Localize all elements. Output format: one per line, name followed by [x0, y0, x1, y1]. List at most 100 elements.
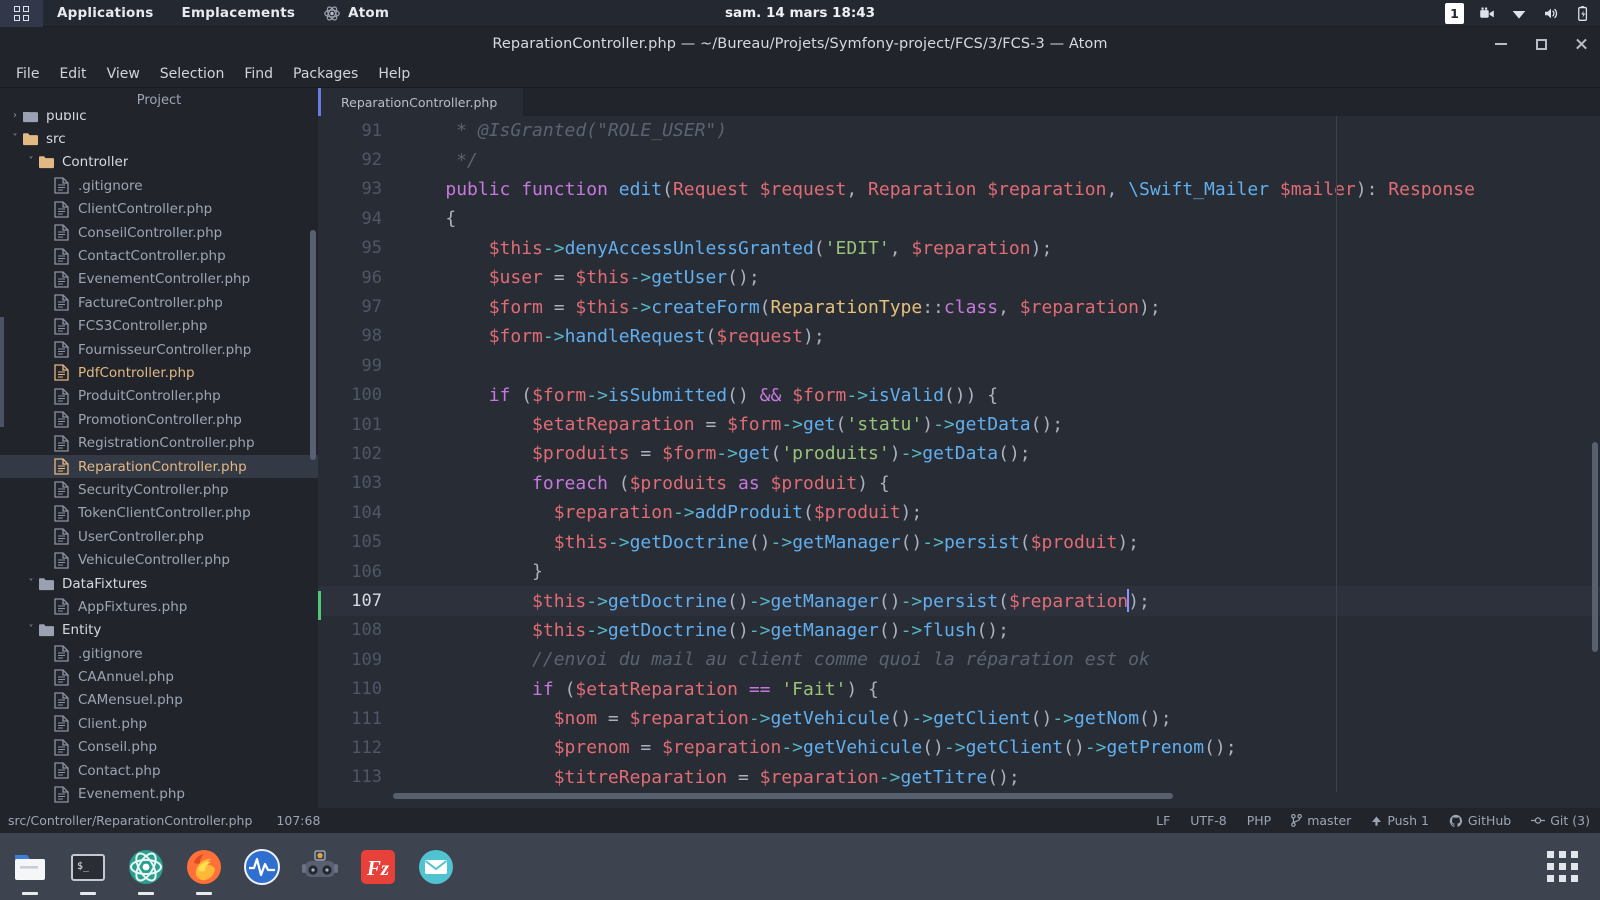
minimize-button[interactable] [1492, 35, 1510, 53]
panel-menu-applications[interactable]: Applications [43, 0, 168, 27]
menu-file[interactable]: File [6, 63, 49, 85]
dock-app-robot[interactable] [298, 845, 342, 889]
tree-file-row[interactable]: Conseil.php [0, 736, 318, 759]
code-line[interactable]: 91 * @IsGranted("ROLE_USER") [318, 116, 1600, 145]
tree-file-row[interactable]: Client.php [0, 712, 318, 735]
tree-twisty[interactable]: ˅ [24, 625, 38, 635]
battery-charging-icon[interactable] [1574, 5, 1592, 22]
code-line[interactable]: 95 $this->denyAccessUnlessGranted('EDIT'… [318, 234, 1600, 263]
close-button[interactable] [1572, 35, 1590, 53]
panel-app-indicator-atom[interactable]: Atom [309, 0, 403, 27]
treeview-vertical-scrollbar[interactable] [310, 230, 316, 460]
tree-folder-row[interactable]: ˅ DataFixtures [0, 572, 318, 595]
code-line[interactable]: 113 $titreReparation = $reparation->getT… [318, 763, 1600, 792]
code-line[interactable]: 111 $nom = $reparation->getVehicule()->g… [318, 704, 1600, 733]
code-line[interactable]: 101 $etatReparation = $form->get('statu'… [318, 410, 1600, 439]
tree-file-row[interactable]: PdfController.php [0, 361, 318, 384]
status-github[interactable]: GitHub [1449, 813, 1511, 828]
status-encoding[interactable]: UTF-8 [1190, 813, 1226, 828]
tree-file-row[interactable]: .gitignore [0, 642, 318, 665]
code-line[interactable]: 107 $this->getDoctrine()->getManager()->… [318, 586, 1600, 621]
editor-horizontal-scrollbar-thumb[interactable] [393, 793, 1173, 799]
code-line[interactable]: 92 */ [318, 145, 1600, 174]
tree-file-row[interactable]: ReparationController.php [0, 454, 318, 479]
tree-folder-row[interactable]: ˅ Entity [0, 619, 318, 642]
tree-twisty[interactable]: ˅ [24, 578, 38, 589]
tree-folder-row[interactable]: › public [0, 112, 318, 127]
tree-file-row[interactable]: RegistrationController.php [0, 431, 318, 454]
menu-help[interactable]: Help [368, 63, 420, 85]
code-line[interactable]: 98 $form->handleRequest($request); [318, 322, 1600, 351]
tree-file-row[interactable]: ConseilController.php [0, 221, 318, 244]
tree-file-row[interactable]: VehiculeController.php [0, 548, 318, 571]
tree-file-row[interactable]: TokenClientController.php [0, 502, 318, 525]
code-line[interactable]: 106 } [318, 557, 1600, 586]
screencast-icon[interactable] [1478, 5, 1496, 22]
editor-horizontal-scrollbar-track[interactable] [318, 792, 1600, 800]
code-line[interactable]: 108 $this->getDoctrine()->getManager()->… [318, 616, 1600, 645]
panel-menu-emplacements[interactable]: Emplacements [168, 0, 310, 27]
code-line[interactable]: 104 $reparation->addProduit($produit); [318, 498, 1600, 527]
tree-file-row[interactable]: .gitignore [0, 174, 318, 197]
code-line[interactable]: 109 //envoi du mail au client comme quoi… [318, 645, 1600, 674]
workspace-indicator[interactable]: 1 [1445, 2, 1464, 24]
tree-twisty[interactable]: ˅ [8, 134, 22, 144]
tree-file-row[interactable]: FCS3Controller.php [0, 315, 318, 338]
dock-app-terminal[interactable]: $_ [66, 845, 110, 895]
tree-file-row[interactable]: EvenementController.php [0, 268, 318, 291]
code-line[interactable]: 103 foreach ($produits as $produit) { [318, 469, 1600, 498]
treeview-scroll-region[interactable]: › public ˅ src ˅ Controller .gitignore Cli… [0, 112, 318, 808]
status-line-ending[interactable]: LF [1156, 813, 1170, 828]
code-editor[interactable]: 91 * @IsGranted("ROLE_USER") 92 */93 publ… [318, 116, 1600, 800]
window-titlebar[interactable]: ReparationController.php — ~/Bureau/Proj… [0, 27, 1600, 61]
code-line[interactable]: 99 [318, 351, 1600, 380]
dock-app-firefox[interactable] [182, 845, 226, 895]
tree-file-row[interactable]: UserController.php [0, 525, 318, 548]
show-applications-button[interactable] [1547, 851, 1578, 882]
tree-folder-row[interactable]: ˅ Controller [0, 151, 318, 174]
code-line[interactable]: 105 $this->getDoctrine()->getManager()->… [318, 527, 1600, 556]
editor-vertical-scrollbar[interactable] [1592, 442, 1598, 652]
status-git-branch[interactable]: master [1291, 813, 1351, 828]
status-cursor-position[interactable]: 107:68 [276, 813, 320, 828]
tree-file-row[interactable]: ClientController.php [0, 198, 318, 221]
tab-reparationcontroller[interactable]: ReparationController.php [321, 88, 525, 116]
tree-file-row[interactable]: ContactController.php [0, 244, 318, 267]
code-line[interactable]: 94 { [318, 204, 1600, 233]
dock-app-mail[interactable] [414, 845, 458, 889]
menu-packages[interactable]: Packages [283, 63, 368, 85]
tree-file-row[interactable]: SecurityController.php [0, 478, 318, 501]
tree-file-row[interactable]: Evenement.php [0, 782, 318, 805]
tree-file-row[interactable]: CAMensuel.php [0, 689, 318, 712]
tree-twisty[interactable]: › [8, 112, 22, 121]
maximize-button[interactable] [1532, 35, 1550, 53]
tree-file-row[interactable]: FactureController.php [0, 291, 318, 314]
treeview-left-scrollbar[interactable] [0, 317, 4, 427]
activities-grid-button[interactable] [0, 0, 43, 27]
tree-folder-row[interactable]: ˅ src [0, 127, 318, 150]
code-line[interactable]: 93 public function edit(Request $request… [318, 175, 1600, 204]
tree-file-row[interactable]: CAAnnuel.php [0, 665, 318, 688]
code-line[interactable]: 110 if ($etatReparation == 'Fait') { [318, 674, 1600, 703]
status-file-path[interactable]: src/Controller/ReparationController.php [8, 813, 252, 828]
status-push[interactable]: Push 1 [1371, 813, 1429, 828]
code-line[interactable]: 96 $user = $this->getUser(); [318, 263, 1600, 292]
code-line[interactable]: 97 $form = $this->createForm(ReparationT… [318, 292, 1600, 321]
code-line[interactable]: 102 $produits = $form->get('produits')->… [318, 439, 1600, 468]
tree-file-row[interactable]: Contact.php [0, 759, 318, 782]
tree-file-row[interactable]: ProduitController.php [0, 385, 318, 408]
tree-twisty[interactable]: ˅ [24, 157, 38, 167]
status-git-changes[interactable]: Git (3) [1531, 813, 1590, 828]
panel-clock[interactable]: sam. 14 mars 18:43 [725, 5, 875, 21]
dock-app-system-monitor[interactable] [240, 845, 284, 889]
menu-find[interactable]: Find [234, 63, 283, 85]
menu-view[interactable]: View [97, 63, 150, 85]
dock-app-file-manager[interactable] [8, 845, 52, 895]
menu-edit[interactable]: Edit [49, 63, 96, 85]
tree-file-row[interactable]: PromotionController.php [0, 408, 318, 431]
menu-selection[interactable]: Selection [150, 63, 235, 85]
network-wifi-icon[interactable] [1510, 5, 1528, 22]
code-line[interactable]: 112 $prenom = $reparation->getVehicule()… [318, 733, 1600, 762]
tree-file-row[interactable]: FournisseurController.php [0, 338, 318, 361]
status-grammar[interactable]: PHP [1247, 813, 1271, 828]
